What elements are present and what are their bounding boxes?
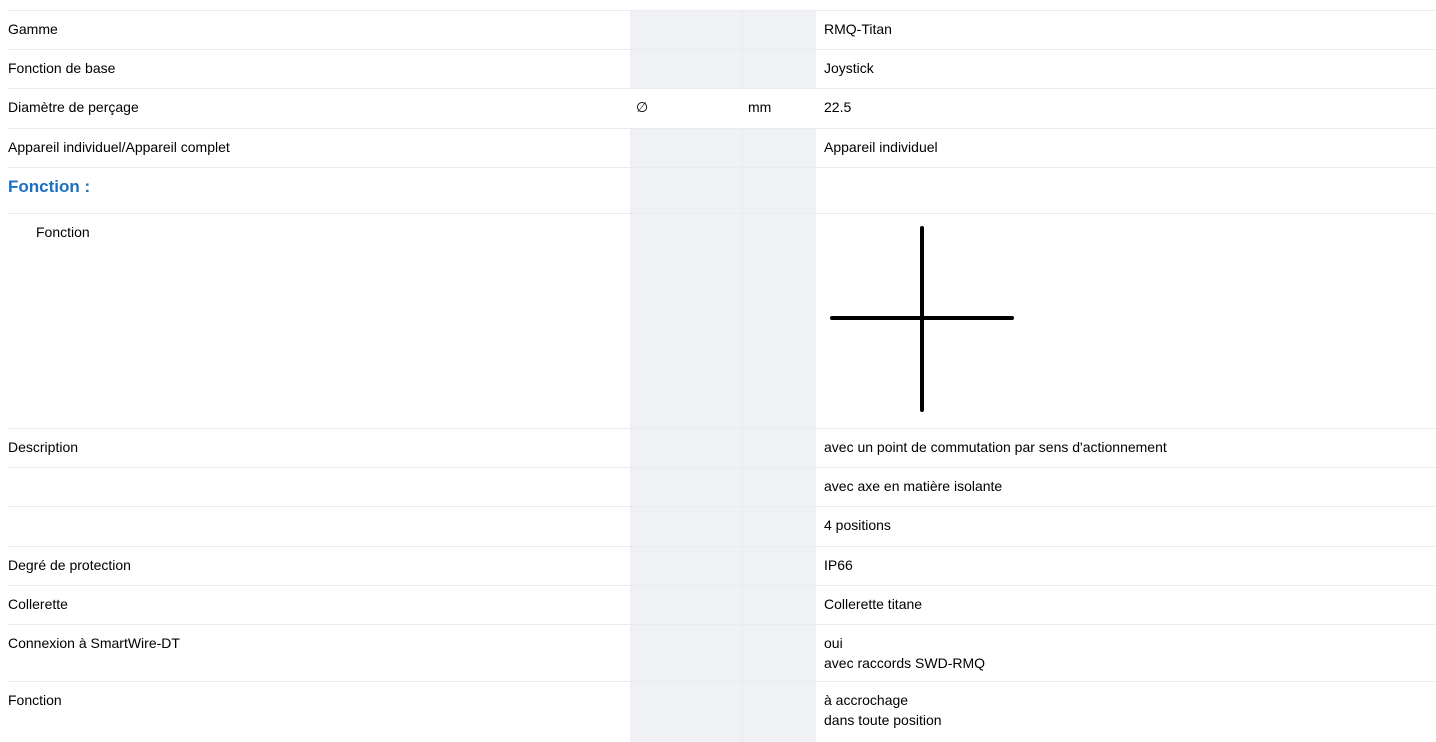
empty-cell (630, 507, 742, 546)
empty-cell (742, 547, 816, 585)
row-value: Collerette titane (824, 596, 923, 612)
row-label (8, 507, 630, 546)
row-value: avec un point de commutation par sens d'… (824, 439, 1167, 455)
table-row: Appareil individuel/Appareil complet App… (8, 129, 1436, 168)
row-value: Joystick (824, 60, 874, 76)
table-row: Degré de protection IP66 (8, 547, 1436, 586)
function-diagram-cell (816, 214, 1436, 428)
empty-cell (742, 682, 816, 742)
row-value: à accrochage dans toute position (816, 682, 1436, 742)
row-label: Diamètre de perçage (8, 99, 139, 115)
row-label: Degré de protection (8, 557, 131, 573)
empty-cell (742, 429, 816, 467)
value-line: avec raccords SWD-RMQ (824, 655, 986, 671)
table-row: Gamme RMQ-Titan (8, 10, 1436, 50)
table-row: 4 positions (8, 507, 1436, 547)
row-unit (742, 11, 816, 49)
empty-cell (742, 586, 816, 624)
row-symbol (630, 50, 742, 88)
row-label: Collerette (8, 596, 68, 612)
empty-cell (630, 168, 742, 213)
row-label: Fonction (8, 692, 62, 708)
table-row: Collerette Collerette titane (8, 586, 1436, 625)
row-value: oui avec raccords SWD-RMQ (816, 625, 1436, 681)
table-row: Connexion à SmartWire-DT oui avec raccor… (8, 625, 1436, 682)
empty-cell (742, 507, 816, 546)
row-value: 4 positions (824, 517, 891, 533)
row-label: Appareil individuel/Appareil complet (8, 139, 230, 155)
row-value: IP66 (824, 557, 853, 573)
section-title: Fonction : (8, 177, 91, 196)
table-row: Fonction de base Joystick (8, 50, 1436, 89)
empty-cell (742, 468, 816, 506)
empty-cell (630, 214, 742, 428)
row-label: Description (8, 439, 79, 455)
row-value: RMQ-Titan (824, 21, 892, 37)
empty-cell (742, 625, 816, 681)
table-row: avec axe en matière isolante (8, 468, 1436, 507)
row-symbol (630, 129, 742, 167)
section-header-row: Fonction : (8, 168, 1436, 214)
row-value: Appareil individuel (824, 139, 938, 155)
row-label: Connexion à SmartWire-DT (8, 635, 180, 651)
row-label: Gamme (8, 21, 58, 37)
empty-cell (630, 468, 742, 506)
value-line: à accrochage (824, 692, 909, 708)
joystick-cross-icon (830, 226, 1014, 412)
function-diagram-row: Fonction (8, 214, 1436, 429)
empty-cell (816, 168, 1436, 213)
diameter-symbol: ∅ (630, 89, 742, 128)
table-row: Fonction à accrochage dans toute positio… (8, 682, 1436, 742)
table-row: Description avec un point de commutation… (8, 429, 1436, 468)
row-value: avec axe en matière isolante (824, 478, 1003, 494)
empty-cell (630, 682, 742, 742)
row-unit (742, 50, 816, 88)
row-unit (742, 129, 816, 167)
spec-table: Gamme RMQ-Titan Fonction de base Joystic… (8, 10, 1436, 742)
row-label: Fonction de base (8, 60, 116, 76)
empty-cell (630, 429, 742, 467)
value-line: oui (824, 635, 843, 651)
row-label (8, 468, 630, 506)
empty-cell (630, 625, 742, 681)
table-row: Diamètre de perçage ∅ mm 22.5 (8, 89, 1436, 129)
empty-cell (742, 214, 816, 428)
unit-label: mm (742, 89, 816, 128)
empty-cell (630, 586, 742, 624)
empty-cell (630, 547, 742, 585)
row-symbol (630, 11, 742, 49)
row-value: 22.5 (824, 99, 852, 115)
empty-cell (742, 168, 816, 213)
value-line: dans toute position (824, 712, 942, 728)
row-label: Fonction (36, 224, 90, 240)
